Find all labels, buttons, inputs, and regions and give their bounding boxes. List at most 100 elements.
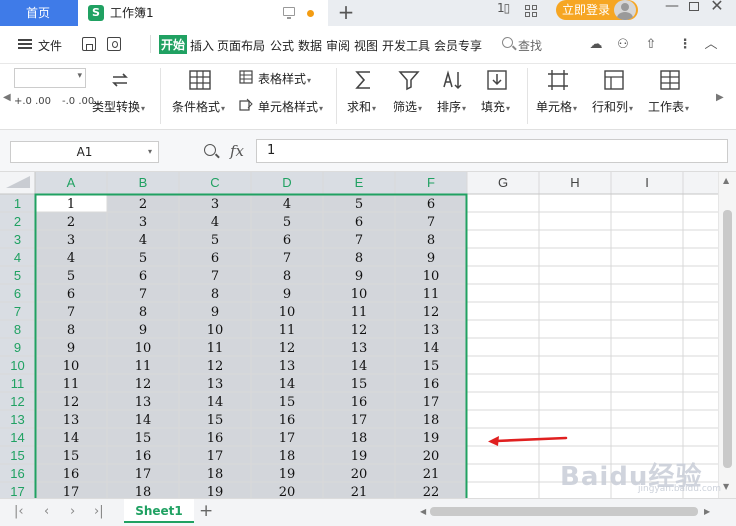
cell-value[interactable]: 10: [63, 359, 80, 374]
cell-value[interactable]: 7: [355, 233, 363, 248]
cell-value[interactable]: 8: [283, 269, 291, 284]
menu-member[interactable]: 会员专享: [434, 37, 482, 54]
cell-value[interactable]: 8: [211, 287, 219, 302]
layout-icon[interactable]: 1▯: [497, 1, 510, 15]
column-header-b[interactable]: B: [139, 175, 148, 190]
ribbon-scroll-right-icon[interactable]: ▶: [716, 92, 724, 103]
cell-value[interactable]: 8: [427, 233, 435, 248]
hamburger-menu-icon[interactable]: [18, 39, 32, 49]
cell-value[interactable]: 15: [63, 449, 80, 464]
cell-value[interactable]: 16: [207, 431, 224, 446]
formula-input[interactable]: 1: [256, 139, 728, 163]
vertical-scroll-thumb[interactable]: [723, 210, 732, 468]
cell-value[interactable]: 7: [67, 305, 75, 320]
name-box[interactable]: A1: [10, 141, 159, 163]
cell-value[interactable]: 17: [423, 395, 440, 410]
menu-start[interactable]: 开始: [159, 35, 188, 54]
cell-value[interactable]: 22: [423, 485, 440, 498]
cell-value[interactable]: 16: [63, 467, 80, 482]
row-header-3[interactable]: 3: [14, 232, 21, 247]
filter-button[interactable]: 筛选▾: [393, 98, 422, 115]
minimize-icon[interactable]: —: [662, 0, 682, 14]
menu-page-layout[interactable]: 页面布局: [217, 37, 265, 54]
cell-value[interactable]: 8: [139, 305, 147, 320]
cell-value[interactable]: 13: [279, 359, 296, 374]
cell-value[interactable]: 3: [211, 197, 219, 212]
share-icon[interactable]: ⇧: [643, 38, 659, 52]
chevron-up-icon[interactable]: ︿: [703, 38, 719, 52]
row-header-2[interactable]: 2: [14, 214, 21, 229]
cell-value[interactable]: 5: [355, 197, 363, 212]
cell-value[interactable]: 15: [207, 413, 224, 428]
column-header-d[interactable]: D: [282, 175, 291, 190]
filter-icon[interactable]: [397, 68, 421, 92]
cell-value[interactable]: 10: [279, 305, 296, 320]
row-header-13[interactable]: 13: [10, 412, 24, 427]
cell-value[interactable]: 16: [279, 413, 296, 428]
cell-value[interactable]: 6: [355, 215, 363, 230]
horizontal-scroll-thumb[interactable]: [430, 507, 698, 516]
cell-value[interactable]: 19: [423, 431, 440, 446]
new-tab-button[interactable]: +: [336, 0, 356, 26]
row-header-12[interactable]: 12: [10, 394, 24, 409]
cell-value[interactable]: 13: [207, 377, 224, 392]
menu-file[interactable]: 文件: [38, 37, 62, 54]
cell-value[interactable]: 11: [207, 341, 224, 356]
cell-value[interactable]: 10: [351, 287, 368, 302]
cell-value[interactable]: 7: [427, 215, 435, 230]
cell-value[interactable]: 17: [351, 413, 368, 428]
row-header-7[interactable]: 7: [14, 304, 21, 319]
apps-grid-icon[interactable]: [525, 5, 539, 19]
row-header-8[interactable]: 8: [14, 322, 21, 337]
cell-value[interactable]: 6: [211, 251, 219, 266]
cell-value[interactable]: 16: [135, 449, 152, 464]
close-icon[interactable]: ✕: [707, 0, 727, 14]
menu-insert[interactable]: 插入: [190, 37, 214, 54]
cell-value[interactable]: 9: [283, 287, 291, 302]
sum-button[interactable]: 求和▾: [347, 98, 376, 115]
cell-value[interactable]: 9: [67, 341, 75, 356]
search-label[interactable]: 查找: [518, 37, 542, 54]
cell-value[interactable]: 13: [423, 323, 440, 338]
zoom-icon[interactable]: [204, 144, 216, 156]
next-sheet-icon[interactable]: ›: [70, 504, 75, 519]
decimal-decrease-button[interactable]: -.0 .00: [62, 96, 94, 107]
cell-value[interactable]: 15: [351, 377, 368, 392]
row-header-9[interactable]: 9: [14, 340, 21, 355]
tab-home[interactable]: 首页: [0, 0, 78, 26]
cell-value[interactable]: 19: [207, 485, 224, 498]
worksheet-button[interactable]: 工作表▾: [648, 98, 689, 115]
cell-value[interactable]: 13: [135, 395, 152, 410]
cell-value[interactable]: 17: [135, 467, 152, 482]
sort-button[interactable]: 排序▾: [437, 98, 466, 115]
cell-value[interactable]: 14: [135, 413, 152, 428]
cell-value[interactable]: 2: [139, 197, 147, 212]
cell-value[interactable]: 20: [279, 485, 296, 498]
cell-value[interactable]: 5: [211, 233, 219, 248]
export-icon[interactable]: [107, 37, 121, 51]
cell-icon[interactable]: [546, 68, 570, 92]
cell-value[interactable]: 15: [135, 431, 152, 446]
row-header-11[interactable]: 11: [11, 376, 25, 391]
spreadsheet-grid[interactable]: A B C D E F G H I 1 2 3 4 5 6 7 8 9 10 11 12 13 14 15 16 17 1 2 3 4 5 6…: [0, 172, 736, 498]
cell-value[interactable]: 17: [207, 449, 224, 464]
monitor-icon[interactable]: [283, 7, 295, 19]
menu-developer[interactable]: 开发工具: [382, 37, 430, 54]
cell-value[interactable]: 12: [135, 377, 152, 392]
sheet-tab-sheet1[interactable]: Sheet1: [124, 499, 194, 523]
avatar[interactable]: [614, 0, 636, 20]
cell-value[interactable]: 17: [63, 485, 80, 498]
cell-value[interactable]: 9: [211, 305, 219, 320]
cell-value[interactable]: 10: [135, 341, 152, 356]
cell-value[interactable]: 18: [135, 485, 152, 498]
cell-value[interactable]: 4: [67, 251, 75, 266]
save-icon[interactable]: [82, 37, 96, 51]
cell-value[interactable]: 10: [207, 323, 224, 338]
column-header-h[interactable]: H: [570, 175, 579, 190]
cell-value[interactable]: 3: [67, 233, 75, 248]
cell-value[interactable]: 21: [351, 485, 368, 498]
cell-value[interactable]: 1: [67, 197, 75, 212]
cell-value[interactable]: 18: [423, 413, 440, 428]
worksheet-icon[interactable]: [658, 68, 682, 92]
fill-button[interactable]: 填充▾: [481, 98, 510, 115]
